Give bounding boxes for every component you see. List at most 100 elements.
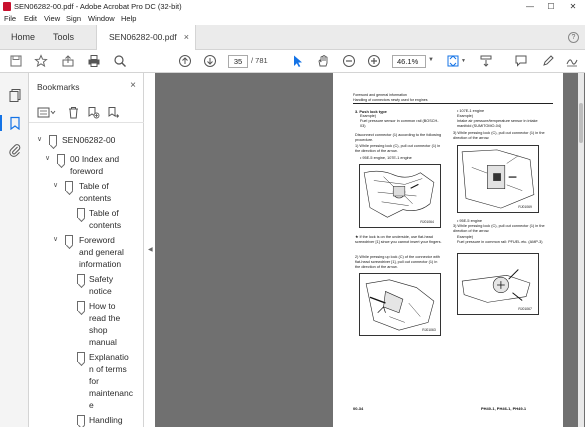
note-text: ★ If the lock is on the underside, use f… (355, 235, 442, 245)
chevron-down-icon[interactable]: ∨ (53, 234, 58, 246)
bookmarks-tree: ∨ SEN06282-00 ∨ 00 Index and foreword ∨ … (29, 127, 137, 427)
example-label: Example) (457, 235, 474, 239)
viewer-scrollbar[interactable] (578, 73, 584, 427)
bookmark-label: Table of contents (79, 181, 112, 203)
tab-tools[interactable]: Tools (53, 25, 74, 50)
menu-bar: File Edit View Sign Window Help (0, 13, 585, 25)
hand-tool-icon[interactable] (316, 54, 330, 68)
figure-id: RJ01064 (420, 220, 434, 224)
upload-cloud-icon[interactable] (61, 54, 75, 68)
pdf-page: Foreword and general information Handlin… (333, 73, 563, 427)
bookmark-item[interactable]: Explanation of terms for maintenance (65, 351, 137, 411)
zoom-dropdown-icon[interactable]: ▼ (428, 57, 434, 63)
close-tab-icon[interactable]: × (184, 25, 189, 50)
page-footer-models: PH40-1, PH46-1, PH49-1 (481, 406, 527, 411)
chevron-down-icon[interactable]: ∨ (37, 134, 42, 146)
attachments-icon[interactable] (8, 143, 22, 157)
bookmark-label: How to read the shop manual (89, 301, 121, 347)
bookmark-label: Explanation of terms for maintenance (89, 352, 133, 410)
bookmark-flag-icon (77, 301, 85, 311)
bookmark-item[interactable]: ∨ 00 Index and foreword (45, 153, 137, 177)
tab-home[interactable]: Home (11, 25, 35, 50)
example-label: Example) (360, 114, 377, 118)
delete-bookmark-icon[interactable] (67, 106, 80, 119)
search-icon[interactable] (113, 54, 127, 68)
connector-figure: RJ01064 (359, 164, 441, 228)
scroll-mode-icon[interactable] (479, 54, 493, 68)
bookmark-label: SEN06282-00 (62, 135, 116, 145)
step-text: 2) While pressing up lock (C) of the con… (355, 255, 440, 270)
minimize-button[interactable]: — (520, 0, 540, 13)
comment-icon[interactable] (514, 54, 528, 68)
page-footer-number: 00-34 (353, 406, 364, 411)
fit-page-icon[interactable] (446, 54, 460, 68)
menu-help[interactable]: Help (121, 14, 136, 23)
tab-document[interactable]: SEN06282-00.pdf × (96, 25, 196, 50)
bookmark-item[interactable]: ∨ Foreword and general information (53, 234, 137, 270)
bookmark-star-icon[interactable] (34, 54, 48, 68)
sign-icon[interactable] (565, 54, 579, 68)
page-total: / 781 (251, 56, 268, 65)
bookmark-flag-icon (77, 274, 85, 284)
previous-page-icon[interactable] (178, 54, 192, 68)
bookmark-item[interactable]: Table of contents (65, 207, 137, 231)
example-text: Fuel pressure in common rail: PFUEL etc.… (457, 240, 543, 244)
engine-variant: • 107E-1 engine (457, 109, 485, 113)
zoom-level-field[interactable]: 46.1% (392, 55, 426, 68)
select-cursor-icon[interactable] (291, 54, 305, 68)
page-header-subtitle: Handling of connectors newly used for en… (353, 98, 428, 102)
bookmark-label: Safety notice (89, 274, 114, 296)
bookmark-label: Foreword and general information (79, 235, 124, 269)
chevron-down-icon[interactable]: ∨ (53, 180, 58, 192)
bookmark-options-icon[interactable] (37, 106, 57, 119)
bookmark-item[interactable]: How to read the shop manual (65, 300, 137, 348)
maximize-button[interactable]: ☐ (541, 0, 561, 13)
next-page-icon[interactable] (203, 54, 217, 68)
bookmark-flag-icon (77, 415, 85, 425)
tab-bar: Home Tools SEN06282-00.pdf × ? (0, 25, 585, 50)
bookmark-flag-icon (57, 154, 65, 164)
step-text: 3) While pressing lock (C), pull out con… (453, 131, 545, 141)
bookmarks-header: Bookmarks (37, 82, 80, 92)
save-icon[interactable] (9, 54, 23, 68)
collapse-panel-icon[interactable]: ◀ (148, 246, 153, 253)
bookmark-flag-icon (77, 352, 85, 362)
page-number-input[interactable]: 35 (228, 55, 248, 68)
step-text: 1) While pressing lock (C), pull out con… (355, 144, 441, 154)
bookmark-item[interactable]: Safety notice (65, 273, 137, 297)
menu-window[interactable]: Window (88, 14, 115, 23)
highlight-pen-icon[interactable] (541, 54, 555, 68)
example-text: Fuel pressure sensor in common rail (BOS… (360, 119, 439, 129)
bookmark-item[interactable]: ∨ SEN06282-00 (37, 134, 137, 146)
viewer-scrollbar-thumb[interactable] (579, 103, 583, 143)
menu-sign[interactable]: Sign (66, 14, 81, 23)
expand-bookmark-icon[interactable] (107, 106, 120, 119)
chevron-down-icon[interactable]: ∨ (45, 153, 50, 165)
menu-edit[interactable]: Edit (24, 14, 37, 23)
bookmark-flag-icon (65, 181, 73, 191)
new-bookmark-icon[interactable] (87, 106, 100, 119)
engine-variant: • 95E-5 engine, 107E-1 engine (360, 156, 412, 160)
zoom-out-icon[interactable] (342, 54, 356, 68)
acrobat-app-icon (3, 2, 11, 11)
help-icon[interactable]: ? (568, 32, 579, 43)
example-text: Intake air pressure/temperature sensor i… (457, 119, 538, 129)
figure-id: RJ01063 (422, 328, 436, 332)
document-viewer[interactable]: Foreword and general information Handlin… (155, 73, 585, 427)
engine-variant: • 95E-5 engine (457, 219, 482, 223)
page-header-title: Foreword and general information (353, 93, 407, 97)
close-window-button[interactable]: ✕ (563, 0, 583, 13)
tab-document-label: SEN06282-00.pdf (109, 32, 177, 42)
zoom-in-icon[interactable] (367, 54, 381, 68)
close-panel-icon[interactable]: × (130, 80, 136, 91)
bookmarks-panel-icon[interactable] (8, 116, 22, 130)
fit-dropdown-icon[interactable]: ▼ (461, 58, 466, 64)
page-thumbnails-icon[interactable] (8, 88, 22, 102)
menu-file[interactable]: File (4, 14, 16, 23)
example-label: Example) (457, 114, 474, 118)
menu-view[interactable]: View (44, 14, 60, 23)
bookmark-label: Handling (89, 415, 123, 425)
print-icon[interactable] (87, 54, 101, 68)
bookmark-item[interactable]: Handling (65, 414, 137, 426)
bookmark-item[interactable]: ∨ Table of contents (53, 180, 137, 204)
